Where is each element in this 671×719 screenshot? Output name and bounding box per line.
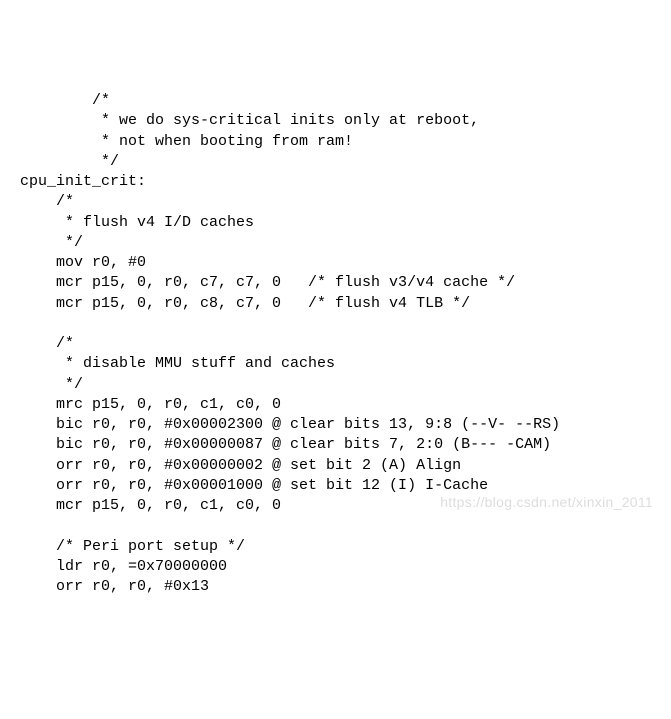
- code-line: orr r0, r0, #0x00000002 @ set bit 2 (A) …: [20, 456, 651, 476]
- code-line: * we do sys-critical inits only at reboo…: [20, 111, 651, 131]
- code-line: [20, 516, 651, 536]
- code-line: cpu_init_crit:: [20, 172, 651, 192]
- code-line: orr r0, r0, #0x13: [20, 577, 651, 597]
- code-line: * disable MMU stuff and caches: [20, 354, 651, 374]
- code-line: mcr p15, 0, r0, c8, c7, 0 /* flush v4 TL…: [20, 294, 651, 314]
- code-line: mrc p15, 0, r0, c1, c0, 0: [20, 395, 651, 415]
- code-line: /*: [20, 334, 651, 354]
- code-block: /* * we do sys-critical inits only at re…: [20, 91, 651, 597]
- watermark-text: https://blog.csdn.net/xinxin_2011: [440, 493, 653, 512]
- code-line: /* Peri port setup */: [20, 537, 651, 557]
- code-line: mov r0, #0: [20, 253, 651, 273]
- code-line: /*: [20, 91, 651, 111]
- code-line: /*: [20, 192, 651, 212]
- code-line: bic r0, r0, #0x00002300 @ clear bits 13,…: [20, 415, 651, 435]
- code-line: ldr r0, =0x70000000: [20, 557, 651, 577]
- code-line: * not when booting from ram!: [20, 132, 651, 152]
- code-line: mcr p15, 0, r0, c7, c7, 0 /* flush v3/v4…: [20, 273, 651, 293]
- code-line: */: [20, 233, 651, 253]
- code-line: * flush v4 I/D caches: [20, 213, 651, 233]
- code-line: bic r0, r0, #0x00000087 @ clear bits 7, …: [20, 435, 651, 455]
- code-line: */: [20, 152, 651, 172]
- code-line: [20, 314, 651, 334]
- code-line: */: [20, 375, 651, 395]
